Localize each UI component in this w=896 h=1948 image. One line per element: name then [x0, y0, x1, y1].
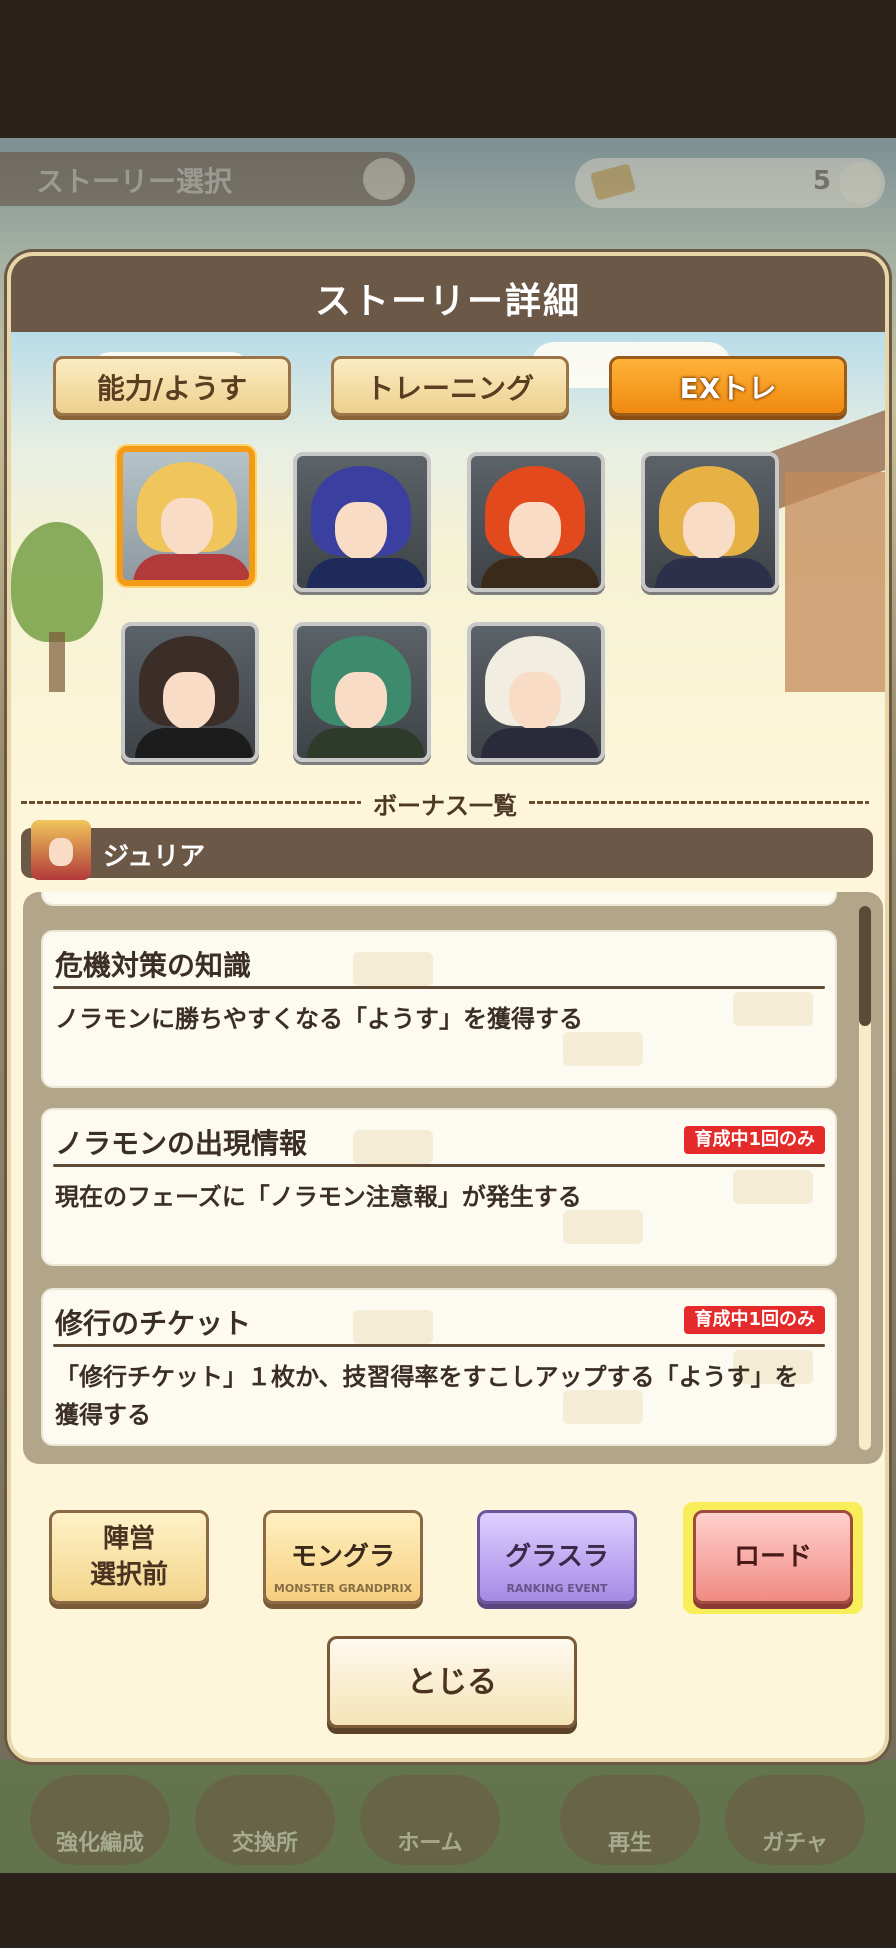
gurasura-button[interactable]: グラスラ RANKING EVENT	[477, 1510, 637, 1604]
camp-select-button[interactable]: 陣営 選択前	[49, 1510, 209, 1604]
nav-item-gacha: ガチャ	[725, 1775, 865, 1865]
scrollbar-thumb[interactable]	[859, 906, 871, 1026]
list-item: 修行のチケット 育成中1回のみ 「修行チケット」１枚か、技習得率をすこしアップす…	[41, 1288, 837, 1446]
nav-item-exchange: 交換所	[195, 1775, 335, 1865]
tab-training[interactable]: トレーニング	[331, 356, 569, 416]
top-bar	[0, 0, 896, 138]
bonus-description: 「修行チケット」１枚か、技習得率をすこしアップする「ようす」を獲得する	[55, 1363, 799, 1429]
ticket-counter: 5	[575, 158, 885, 208]
road-button[interactable]: ロード	[693, 1510, 853, 1604]
tab-ex-training[interactable]: EXトレ	[609, 356, 847, 416]
limit-badge: 育成中1回のみ	[684, 1126, 825, 1154]
character-portrait[interactable]	[293, 452, 431, 592]
bonus-list[interactable]: 危機対策の知識 ノラモンに勝ちやすくなる「ようす」を獲得する ノラモンの出現情報…	[23, 892, 883, 1464]
character-portrait-julia[interactable]	[117, 446, 255, 586]
bonus-description: 現在のフェーズに「ノラモン注意報」が発生する	[55, 1183, 582, 1211]
nav-item-replay: 再生	[560, 1775, 700, 1865]
character-portrait[interactable]	[467, 622, 605, 762]
screen: ストーリー選択 5 強化編成 交換所 ホーム 再生 ガチャ ストーリー詳細 能力…	[0, 0, 896, 1948]
tree-trunk	[49, 632, 65, 692]
avatar	[31, 820, 91, 880]
story-detail-dialog: ストーリー詳細 能力/ようす トレーニング EXトレ ボーナス一覧 ジュリア 危…	[7, 252, 889, 1762]
bonus-title: 修行のチケット	[55, 1307, 252, 1340]
mongura-button[interactable]: モングラ MONSTER GRANDPRIX	[263, 1510, 423, 1604]
list-item: ノラモンの出現情報 育成中1回のみ 現在のフェーズに「ノラモン注意報」が発生する	[41, 1108, 837, 1266]
selected-character-name: ジュリア	[103, 842, 206, 872]
selected-character-bar: ジュリア	[21, 820, 873, 880]
bonus-divider: ボーナス一覧	[21, 784, 869, 820]
ticket-icon	[590, 163, 636, 201]
close-button[interactable]: とじる	[327, 1636, 577, 1728]
limit-badge: 育成中1回のみ	[684, 1306, 825, 1334]
nav-item-home: ホーム	[360, 1775, 500, 1865]
info-icon	[363, 158, 405, 200]
ticket-count: 5	[812, 166, 831, 196]
dialog-header: ストーリー詳細	[11, 256, 885, 332]
bonus-description: ノラモンに勝ちやすくなる「ようす」を獲得する	[55, 1005, 583, 1033]
list-item-partial	[41, 892, 837, 906]
dialog-title: ストーリー詳細	[314, 281, 581, 322]
character-portrait[interactable]	[293, 622, 431, 762]
story-select-label: ストーリー選択	[36, 165, 233, 198]
character-portrait[interactable]	[641, 452, 779, 592]
tab-ability[interactable]: 能力/ようす	[53, 356, 291, 416]
character-portrait[interactable]	[467, 452, 605, 592]
character-portrait[interactable]	[121, 622, 259, 762]
barn	[785, 472, 885, 692]
nav-item-enhance: 強化編成	[30, 1775, 170, 1865]
bonus-title: ノラモンの出現情報	[55, 1127, 308, 1160]
list-item: 危機対策の知識 ノラモンに勝ちやすくなる「ようす」を獲得する	[41, 930, 837, 1088]
bonus-title: 危機対策の知識	[55, 949, 252, 982]
scrollbar[interactable]	[859, 906, 871, 1450]
story-select-banner: ストーリー選択	[0, 152, 415, 206]
tree	[11, 522, 103, 642]
info-icon	[839, 162, 881, 204]
bottom-bar	[0, 1873, 896, 1948]
